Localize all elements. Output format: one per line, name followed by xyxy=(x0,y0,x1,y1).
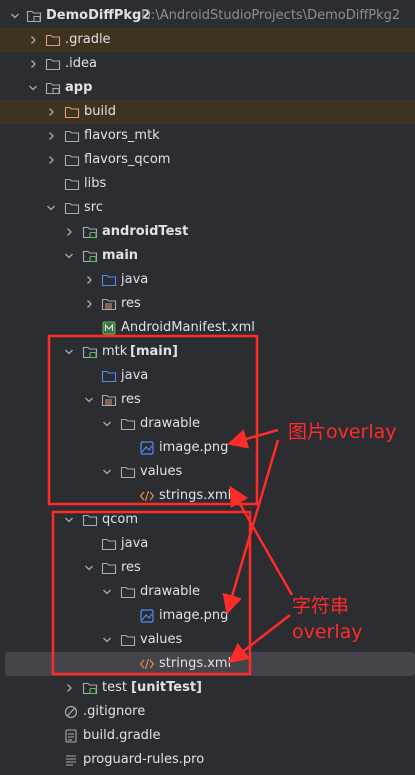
string-overlay-annotation-line2: overlay xyxy=(292,621,363,643)
qcom-highlight-box xyxy=(51,510,252,676)
mtk-highlight-box xyxy=(47,334,259,506)
string-overlay-annotation-line1: 字符串 xyxy=(292,595,350,617)
image-arrow-1 xyxy=(227,428,279,449)
string-arrow-2 xyxy=(228,614,291,664)
image-overlay-annotation: 图片overlay xyxy=(288,421,397,443)
string-arrow-1 xyxy=(229,485,294,596)
annotation-overlay xyxy=(47,334,294,676)
